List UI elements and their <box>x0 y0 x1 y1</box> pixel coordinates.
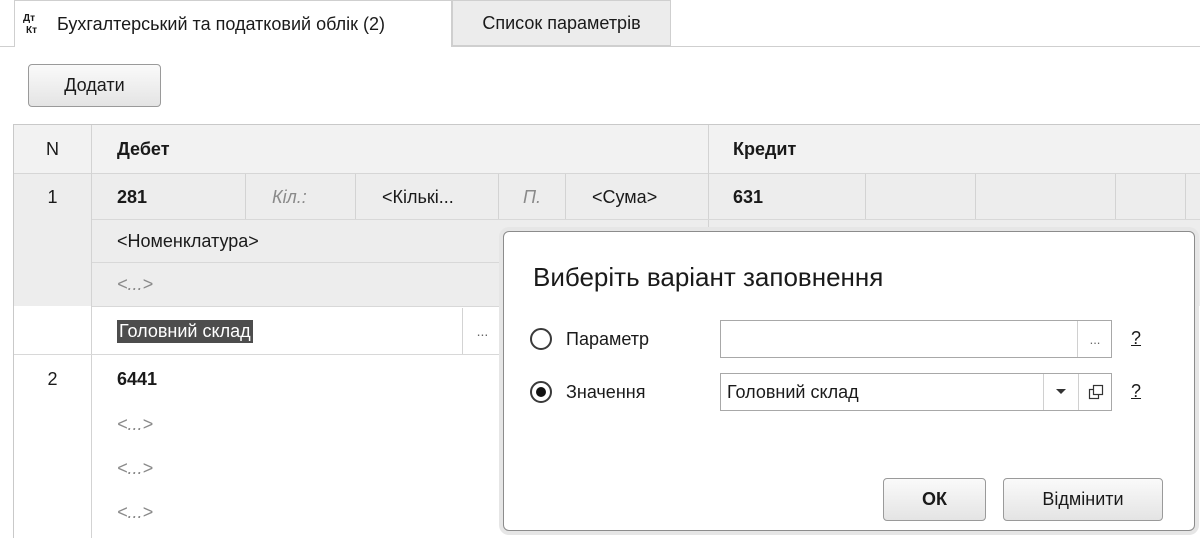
subconto-edit-cell[interactable]: Головний склад <box>117 308 253 354</box>
column-divider <box>975 174 976 220</box>
parameter-field[interactable]: ... <box>720 320 1112 358</box>
value-radio-label[interactable]: Значення <box>566 377 645 407</box>
tab-accounting-label: Бухгалтерський та податковий облік (2) <box>57 13 385 34</box>
dialog-title: Виберіть варіант заповнення <box>533 262 884 292</box>
column-divider <box>498 174 499 220</box>
row-divider <box>14 354 502 355</box>
subconto-cell[interactable]: <...> <box>117 263 153 306</box>
column-header-debit[interactable]: Дебет <box>117 125 170 173</box>
dt-kt-icon: Дт Кт <box>23 13 38 36</box>
ok-button[interactable]: ОК <box>883 478 986 521</box>
sum-label: П. <box>523 186 542 207</box>
column-divider <box>245 174 246 220</box>
column-header-credit[interactable]: Кредит <box>733 125 796 173</box>
parameter-help-link[interactable]: ? <box>1131 328 1141 349</box>
chevron-down-icon <box>1056 389 1066 394</box>
parameter-radio[interactable] <box>530 328 552 350</box>
open-form-icon <box>1088 384 1103 400</box>
row-number: 2 <box>47 368 58 389</box>
quantity-label: Кіл.: <box>272 186 307 207</box>
subconto-cell[interactable]: <...> <box>117 446 153 490</box>
dropdown-button[interactable] <box>1044 374 1078 410</box>
cancel-button[interactable]: Відмінити <box>1003 478 1163 521</box>
column-divider <box>1115 174 1116 220</box>
tab-parameters[interactable]: Список параметрів <box>452 0 671 46</box>
subconto-picker-button[interactable]: ... <box>463 308 502 354</box>
parameter-picker-button[interactable]: ... <box>1078 321 1112 357</box>
row-number: 1 <box>47 186 58 207</box>
table-header <box>14 125 1200 174</box>
column-divider <box>565 174 566 220</box>
column-divider <box>355 174 356 220</box>
debit-account-cell[interactable]: 6441 <box>117 356 157 402</box>
tab-parameters-label: Список параметрів <box>482 12 641 33</box>
value-field-text: Головний склад <box>727 382 859 402</box>
radio-selected-dot <box>536 387 546 397</box>
value-field[interactable]: Головний склад <box>720 373 1112 411</box>
subconto-cell[interactable]: <...> <box>117 490 153 534</box>
subconto-cell[interactable]: <Номенклатура> <box>117 220 259 262</box>
subconto-cell[interactable]: <...> <box>117 402 153 446</box>
debit-account-cell[interactable]: 281 <box>117 174 147 220</box>
column-divider <box>1185 174 1186 220</box>
quantity-cell[interactable]: <Кількі... <box>382 174 454 220</box>
parameter-radio-label[interactable]: Параметр <box>566 324 649 354</box>
tab-accounting[interactable]: Дт Кт Бухгалтерський та податковий облік… <box>14 0 452 47</box>
column-divider <box>91 125 92 538</box>
credit-account-cell[interactable]: 631 <box>733 174 763 220</box>
value-help-link[interactable]: ? <box>1131 381 1141 402</box>
subconto-edit-text[interactable]: Головний склад <box>117 319 253 343</box>
sum-cell[interactable]: <Сума> <box>592 174 657 220</box>
row-divider <box>92 306 502 307</box>
open-value-button[interactable] <box>1079 374 1112 410</box>
add-button[interactable]: Додати <box>28 64 161 107</box>
value-radio[interactable] <box>530 381 552 403</box>
column-divider <box>865 174 866 220</box>
column-header-n[interactable]: N <box>14 125 91 173</box>
row-divider <box>92 262 502 263</box>
